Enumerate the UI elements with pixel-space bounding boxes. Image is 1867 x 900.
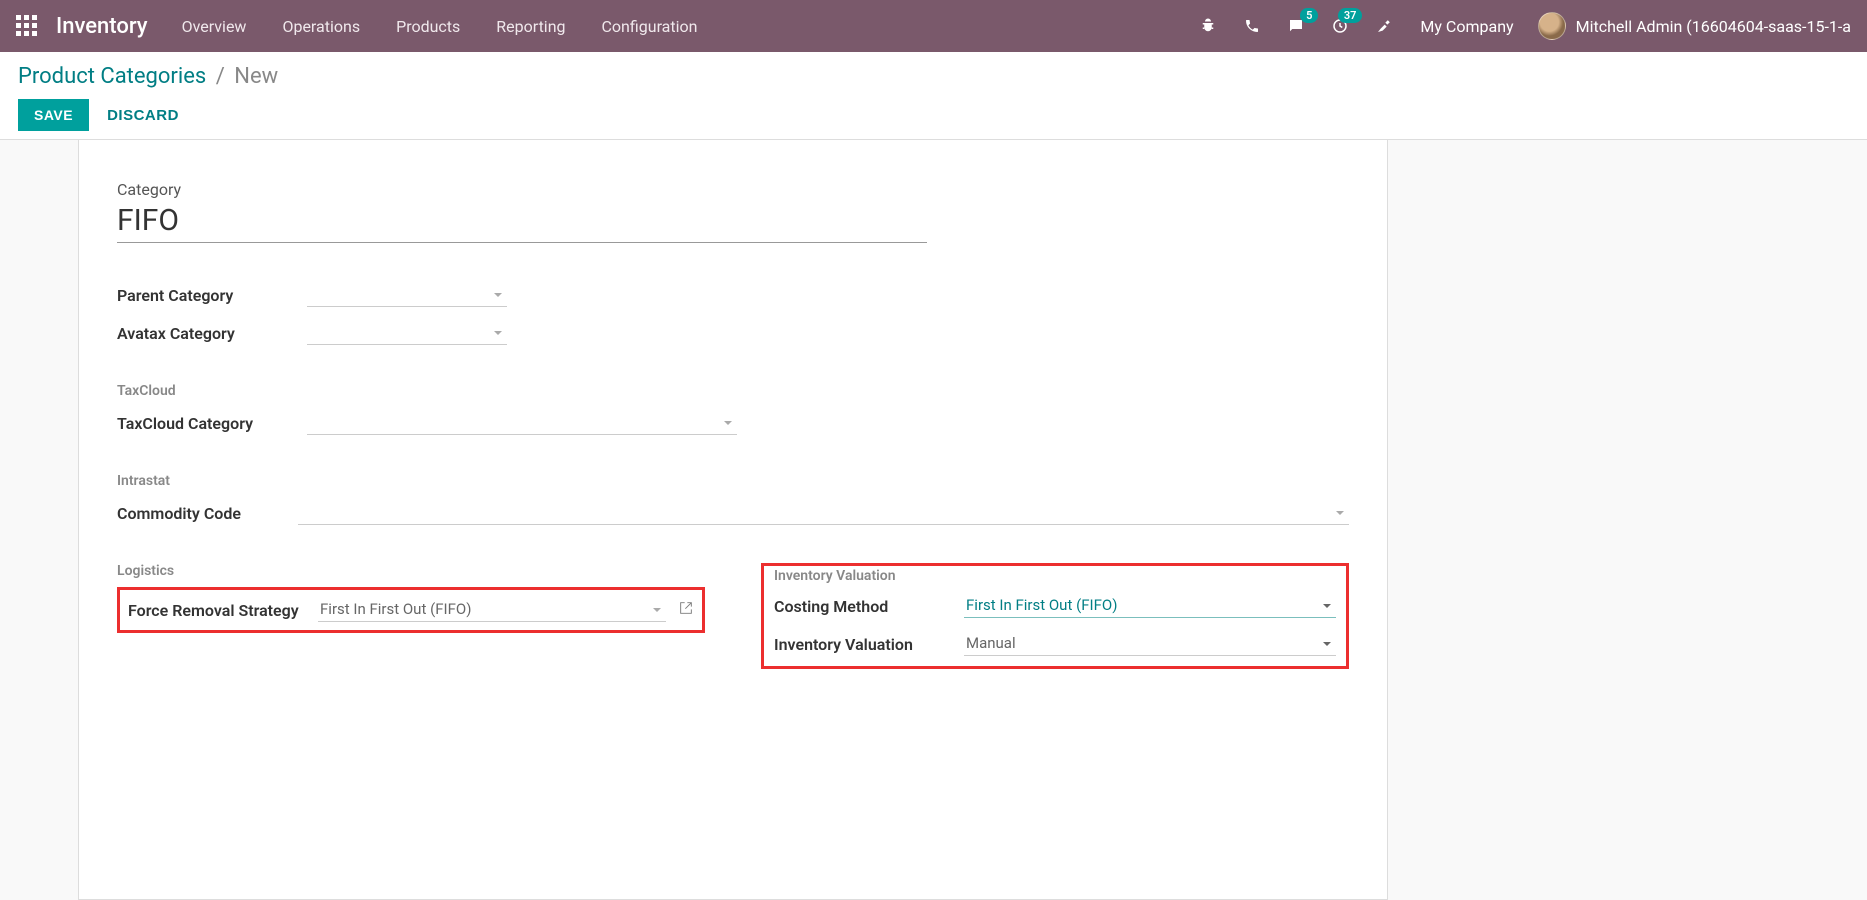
force-removal-label: Force Removal Strategy	[128, 601, 318, 620]
nav-reporting[interactable]: Reporting	[496, 17, 565, 36]
chevron-down-icon	[723, 414, 733, 432]
breadcrumb-separator: /	[216, 64, 225, 89]
activities-badge: 37	[1338, 8, 1363, 23]
control-panel: Product Categories / New SAVE DISCARD	[0, 52, 1867, 140]
inventory-valuation-label: Inventory Valuation	[774, 635, 964, 654]
chevron-down-icon	[493, 324, 503, 342]
avatax-category-field[interactable]	[307, 321, 507, 345]
chevron-down-icon	[1335, 504, 1345, 522]
navbar: Inventory Overview Operations Products R…	[0, 0, 1867, 52]
intrastat-group-title: Intrastat	[117, 473, 1349, 489]
avatar	[1538, 12, 1566, 40]
inventory-valuation-field[interactable]: Manual	[964, 632, 1336, 656]
app-title[interactable]: Inventory	[56, 14, 148, 39]
logistics-highlight: Force Removal Strategy First In First Ou…	[117, 587, 705, 633]
company-switcher[interactable]: My Company	[1420, 17, 1513, 36]
external-link-icon[interactable]	[678, 600, 694, 620]
taxcloud-category-label: TaxCloud Category	[117, 414, 307, 433]
inventory-valuation-group-title: Inventory Valuation	[774, 568, 1336, 584]
save-button[interactable]: SAVE	[18, 99, 89, 131]
taxcloud-group-title: TaxCloud	[117, 383, 1349, 399]
chevron-down-icon	[652, 601, 662, 619]
user-name: Mitchell Admin (16604604-saas-15-1-a	[1576, 17, 1851, 36]
avatax-category-label: Avatax Category	[117, 324, 307, 343]
phone-icon[interactable]	[1242, 16, 1262, 36]
apps-icon[interactable]	[16, 15, 38, 37]
user-menu[interactable]: Mitchell Admin (16604604-saas-15-1-a	[1538, 12, 1851, 40]
valuation-highlight: Inventory Valuation Costing Method First…	[761, 563, 1349, 669]
breadcrumb: Product Categories / New	[18, 64, 1849, 89]
messages-badge: 5	[1300, 8, 1318, 23]
nav-overview[interactable]: Overview	[182, 17, 247, 36]
chevron-down-icon	[1322, 597, 1332, 615]
nav-operations[interactable]: Operations	[282, 17, 360, 36]
messages-icon[interactable]: 5	[1286, 16, 1306, 36]
form-sheet: Category Parent Category Avatax Category…	[78, 140, 1388, 900]
force-removal-field[interactable]: First In First Out (FIFO)	[318, 598, 666, 622]
nav-configuration[interactable]: Configuration	[602, 17, 698, 36]
parent-category-field[interactable]	[307, 283, 507, 307]
category-name-input[interactable]	[117, 201, 927, 243]
commodity-code-field[interactable]	[298, 501, 1349, 525]
chevron-down-icon	[493, 286, 503, 304]
taxcloud-category-field[interactable]	[307, 411, 737, 435]
breadcrumb-current: New	[234, 64, 278, 89]
chevron-down-icon	[1322, 635, 1332, 653]
nav-products[interactable]: Products	[396, 17, 460, 36]
force-removal-value: First In First Out (FIFO)	[320, 600, 471, 618]
costing-method-value: First In First Out (FIFO)	[966, 596, 1117, 614]
category-label: Category	[117, 180, 1349, 199]
costing-method-field[interactable]: First In First Out (FIFO)	[964, 594, 1336, 618]
inventory-valuation-value: Manual	[966, 634, 1016, 652]
costing-method-label: Costing Method	[774, 597, 964, 616]
breadcrumb-parent[interactable]: Product Categories	[18, 64, 206, 89]
discard-button[interactable]: DISCARD	[107, 107, 179, 124]
debug-icon[interactable]	[1198, 16, 1218, 36]
tools-icon[interactable]	[1374, 16, 1394, 36]
logistics-group-title: Logistics	[117, 563, 705, 579]
commodity-code-label: Commodity Code	[117, 504, 298, 523]
activities-icon[interactable]: 37	[1330, 16, 1350, 36]
parent-category-label: Parent Category	[117, 286, 307, 305]
